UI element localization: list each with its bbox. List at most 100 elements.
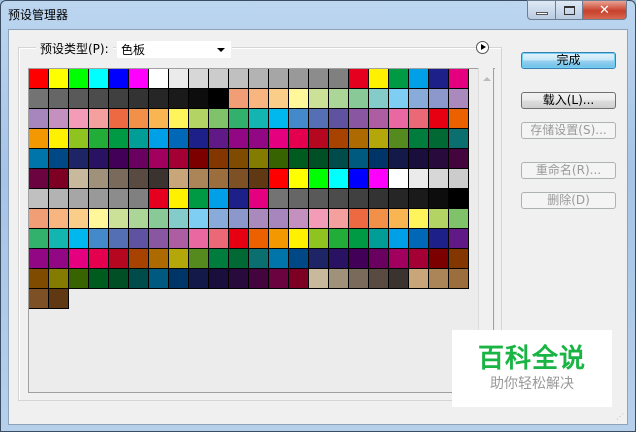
color-swatch[interactable] <box>209 269 229 289</box>
color-swatch[interactable] <box>449 69 469 89</box>
color-swatch[interactable] <box>69 189 89 209</box>
color-swatch[interactable] <box>89 209 109 229</box>
color-swatch[interactable] <box>169 129 189 149</box>
color-swatch[interactable] <box>169 209 189 229</box>
color-swatch[interactable] <box>409 69 429 89</box>
color-swatch[interactable] <box>129 89 149 109</box>
color-swatch[interactable] <box>249 129 269 149</box>
color-swatch[interactable] <box>69 249 89 269</box>
color-swatch[interactable] <box>89 109 109 129</box>
color-swatch[interactable] <box>409 229 429 249</box>
color-swatch[interactable] <box>129 69 149 89</box>
color-swatch[interactable] <box>169 149 189 169</box>
minimize-button[interactable] <box>527 0 556 20</box>
color-swatch[interactable] <box>149 269 169 289</box>
color-swatch[interactable] <box>289 109 309 129</box>
color-swatch[interactable] <box>309 149 329 169</box>
color-swatch[interactable] <box>369 269 389 289</box>
color-swatch[interactable] <box>269 89 289 109</box>
color-swatch[interactable] <box>109 69 129 89</box>
color-swatch[interactable] <box>149 249 169 269</box>
color-swatch[interactable] <box>49 189 69 209</box>
color-swatch[interactable] <box>249 169 269 189</box>
color-swatch[interactable] <box>29 189 49 209</box>
color-swatch[interactable] <box>409 189 429 209</box>
color-swatch[interactable] <box>129 209 149 229</box>
color-swatch[interactable] <box>229 249 249 269</box>
color-swatch[interactable] <box>269 69 289 89</box>
color-swatch[interactable] <box>189 89 209 109</box>
color-swatch[interactable] <box>389 69 409 89</box>
color-swatch[interactable] <box>49 289 69 309</box>
color-swatch[interactable] <box>109 269 129 289</box>
color-swatch[interactable] <box>49 269 69 289</box>
color-swatch[interactable] <box>409 169 429 189</box>
color-swatch[interactable] <box>189 169 209 189</box>
color-swatch[interactable] <box>89 149 109 169</box>
color-swatch[interactable] <box>229 109 249 129</box>
color-swatch[interactable] <box>189 269 209 289</box>
color-swatch[interactable] <box>229 89 249 109</box>
color-swatch[interactable] <box>189 249 209 269</box>
color-swatch[interactable] <box>289 149 309 169</box>
done-button[interactable]: 完成 <box>521 52 616 69</box>
color-swatch[interactable] <box>289 89 309 109</box>
color-swatch[interactable] <box>389 109 409 129</box>
color-swatch[interactable] <box>129 149 149 169</box>
color-swatch[interactable] <box>209 129 229 149</box>
color-swatch[interactable] <box>389 229 409 249</box>
color-swatch[interactable] <box>269 109 289 129</box>
color-swatch[interactable] <box>129 189 149 209</box>
color-swatch[interactable] <box>209 209 229 229</box>
color-swatch[interactable] <box>29 249 49 269</box>
color-swatch[interactable] <box>369 149 389 169</box>
color-swatch[interactable] <box>169 249 189 269</box>
color-swatch[interactable] <box>29 89 49 109</box>
color-swatch[interactable] <box>429 269 449 289</box>
color-swatch[interactable] <box>49 169 69 189</box>
color-swatch[interactable] <box>129 109 149 129</box>
color-swatch[interactable] <box>409 209 429 229</box>
color-swatch[interactable] <box>189 149 209 169</box>
color-swatch[interactable] <box>429 129 449 149</box>
color-swatch[interactable] <box>129 249 149 269</box>
color-swatch[interactable] <box>109 149 129 169</box>
color-swatch[interactable] <box>389 149 409 169</box>
color-swatch[interactable] <box>229 129 249 149</box>
color-swatch[interactable] <box>389 169 409 189</box>
color-swatch[interactable] <box>349 109 369 129</box>
color-swatch[interactable] <box>449 129 469 149</box>
color-swatch[interactable] <box>109 209 129 229</box>
color-swatch[interactable] <box>249 209 269 229</box>
color-swatch[interactable] <box>29 149 49 169</box>
color-swatch[interactable] <box>449 209 469 229</box>
color-swatch[interactable] <box>289 129 309 149</box>
color-swatch[interactable] <box>149 69 169 89</box>
color-swatch[interactable] <box>429 189 449 209</box>
color-swatch[interactable] <box>369 209 389 229</box>
color-swatch[interactable] <box>229 169 249 189</box>
resize-grip-icon[interactable]: ⋰ <box>616 412 624 421</box>
color-swatch[interactable] <box>29 269 49 289</box>
scroll-up-icon[interactable] <box>483 77 491 81</box>
color-swatch[interactable] <box>209 249 229 269</box>
color-swatch[interactable] <box>29 229 49 249</box>
color-swatch[interactable] <box>169 269 189 289</box>
color-swatch[interactable] <box>249 249 269 269</box>
color-swatch[interactable] <box>169 189 189 209</box>
color-swatch[interactable] <box>89 129 109 149</box>
color-swatch[interactable] <box>409 109 429 129</box>
color-swatch[interactable] <box>409 249 429 269</box>
color-swatch[interactable] <box>49 109 69 129</box>
color-swatch[interactable] <box>29 289 49 309</box>
color-swatch[interactable] <box>309 249 329 269</box>
color-swatch[interactable] <box>249 269 269 289</box>
color-swatch[interactable] <box>389 89 409 109</box>
color-swatch[interactable] <box>289 189 309 209</box>
color-swatch[interactable] <box>449 149 469 169</box>
color-swatch[interactable] <box>409 149 429 169</box>
color-swatch[interactable] <box>329 209 349 229</box>
color-swatch[interactable] <box>29 209 49 229</box>
color-swatch[interactable] <box>289 209 309 229</box>
color-swatch[interactable] <box>109 129 129 149</box>
